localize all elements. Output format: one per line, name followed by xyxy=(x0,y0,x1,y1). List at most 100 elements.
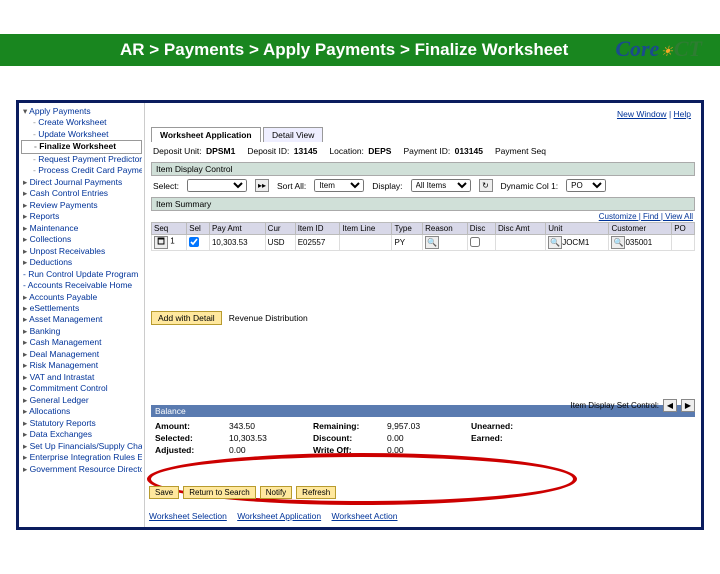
sidebar-item[interactable]: Deal Management xyxy=(21,349,142,360)
sidebar-item[interactable]: Create Worksheet xyxy=(21,117,142,128)
item-summary-table: Seq Sel Pay Amt Cur Item ID Item Line Ty… xyxy=(151,222,695,251)
sidebar-item[interactable]: Deductions xyxy=(21,257,142,268)
sidebar-item[interactable]: Apply Payments xyxy=(21,106,142,117)
col-item[interactable]: Item ID xyxy=(295,223,340,235)
dyncol-label: Dynamic Col 1: xyxy=(501,181,559,191)
remaining-value: 9,957.03 xyxy=(387,421,457,431)
col-reason[interactable]: Reason xyxy=(423,223,468,235)
add-with-detail-button[interactable]: Add with Detail xyxy=(151,311,222,325)
selected-value: 10,303.53 xyxy=(229,433,299,443)
help-link[interactable]: Help xyxy=(674,109,691,119)
writeoff-value: 0.00 xyxy=(387,445,457,455)
sidebar-item[interactable]: Cash Control Entries xyxy=(21,188,142,199)
col-cust[interactable]: Customer xyxy=(609,223,672,235)
col-disc[interactable]: Disc xyxy=(467,223,495,235)
new-window-link[interactable]: New Window xyxy=(617,109,667,119)
sidebar-item[interactable]: Government Resource Directory xyxy=(21,464,142,475)
amount-value: 343.50 xyxy=(229,421,299,431)
refresh-button[interactable]: Refresh xyxy=(296,486,336,499)
deposit-unit-label: Deposit Unit: xyxy=(153,146,202,156)
adjusted-value: 0.00 xyxy=(229,445,299,455)
col-cur[interactable]: Cur xyxy=(265,223,295,235)
sidebar-item[interactable]: Accounts Payable xyxy=(21,292,142,303)
return-button[interactable]: Return to Search xyxy=(183,486,255,499)
sidebar-item[interactable]: Enterprise Integration Rules EDK xyxy=(21,452,142,463)
col-type[interactable]: Type xyxy=(392,223,423,235)
payment-id-label: Payment ID: xyxy=(403,146,450,156)
col-pay[interactable]: Pay Amt xyxy=(209,223,265,235)
deposit-id-label: Deposit ID: xyxy=(247,146,289,156)
save-button[interactable]: Save xyxy=(149,486,179,499)
expand-icon[interactable]: 🗖 xyxy=(154,236,168,249)
col-line[interactable]: Item Line xyxy=(340,223,392,235)
discount-label: Discount: xyxy=(313,433,373,443)
col-discamt[interactable]: Disc Amt xyxy=(496,223,546,235)
cell-type: PY xyxy=(392,235,423,251)
disc-checkbox[interactable] xyxy=(470,237,480,247)
sidebar-item[interactable]: VAT and Intrastat xyxy=(21,372,142,383)
go-icon[interactable]: ▸▸ xyxy=(255,179,269,192)
col-po[interactable]: PO xyxy=(672,223,695,235)
row-select-checkbox[interactable] xyxy=(189,237,199,247)
bottom-tab-selection[interactable]: Worksheet Selection xyxy=(149,511,227,521)
sidebar-item[interactable]: eSettlements xyxy=(21,303,142,314)
notify-button[interactable]: Notify xyxy=(260,486,292,499)
sidebar-item[interactable]: Process Credit Card Payments xyxy=(21,165,142,176)
sidebar-item[interactable]: Risk Management xyxy=(21,360,142,371)
sidebar-item[interactable]: - Run Control Update Program xyxy=(21,269,142,280)
bottom-tab-action[interactable]: Worksheet Action xyxy=(332,511,398,521)
cell-item: E02557 xyxy=(295,235,340,251)
col-unit[interactable]: Unit xyxy=(546,223,609,235)
lookup-icon[interactable]: 🔍 xyxy=(425,236,439,249)
sort-dropdown[interactable]: Item xyxy=(314,179,364,192)
sidebar-item[interactable]: Banking xyxy=(21,326,142,337)
sort-label: Sort All: xyxy=(277,181,306,191)
sidebar-item[interactable]: Direct Journal Payments xyxy=(21,177,142,188)
sidebar-item[interactable]: Set Up Financials/Supply Chain xyxy=(21,441,142,452)
sidebar-item[interactable]: - Accounts Receivable Home xyxy=(21,280,142,291)
sidebar-item[interactable]: Cash Management xyxy=(21,337,142,348)
writeoff-label: Write Off: xyxy=(313,445,373,455)
select-label: Select: xyxy=(153,181,179,191)
next-set-icon[interactable]: ▶ xyxy=(681,399,695,412)
sidebar-item[interactable]: Finalize Worksheet xyxy=(21,140,142,153)
lookup-icon[interactable]: 🔍 xyxy=(611,236,625,249)
table-links[interactable]: Customize | Find | View All xyxy=(151,211,695,222)
refresh-icon[interactable]: ↻ xyxy=(479,179,493,192)
sidebar-item[interactable]: Collections xyxy=(21,234,142,245)
cell-cur: USD xyxy=(265,235,295,251)
adjusted-label: Adjusted: xyxy=(155,445,215,455)
sidebar-item[interactable]: Statutory Reports xyxy=(21,418,142,429)
sidebar-item[interactable]: Allocations xyxy=(21,406,142,417)
selected-label: Selected: xyxy=(155,433,215,443)
col-sel[interactable]: Sel xyxy=(187,223,210,235)
location-value: DEPS xyxy=(368,146,391,156)
bottom-tab-application[interactable]: Worksheet Application xyxy=(237,511,321,521)
prev-set-icon[interactable]: ◀ xyxy=(663,399,677,412)
payment-id-value: 013145 xyxy=(455,146,483,156)
lookup-icon[interactable]: 🔍 xyxy=(548,236,562,249)
sidebar-item[interactable]: Data Exchanges xyxy=(21,429,142,440)
sidebar-item[interactable]: Update Worksheet xyxy=(21,129,142,140)
select-dropdown[interactable] xyxy=(187,179,247,192)
dyncol-dropdown[interactable]: PO xyxy=(566,179,606,192)
col-seq[interactable]: Seq xyxy=(152,223,187,235)
amount-label: Amount: xyxy=(155,421,215,431)
sidebar-item[interactable]: Maintenance xyxy=(21,223,142,234)
tab-detail-view[interactable]: Detail View xyxy=(263,127,323,142)
sidebar-item[interactable]: Unpost Receivables xyxy=(21,246,142,257)
earned-label: Earned: xyxy=(471,433,531,443)
display-dropdown[interactable]: All Items xyxy=(411,179,471,192)
table-row[interactable]: 🗖 1 10,303.53 USD E02557 PY 🔍 🔍JOCM1 🔍03… xyxy=(152,235,695,251)
section-item-display-control: Item Display Control xyxy=(151,162,695,176)
nav-sidebar: Apply PaymentsCreate WorksheetUpdate Wor… xyxy=(19,103,145,527)
breadcrumb: AR > Payments > Apply Payments > Finaliz… xyxy=(0,34,720,66)
sidebar-item[interactable]: Asset Management xyxy=(21,314,142,325)
page-tabs: Worksheet Application Detail View xyxy=(151,127,695,142)
sidebar-item[interactable]: Reports xyxy=(21,211,142,222)
sidebar-item[interactable]: Commitment Control xyxy=(21,383,142,394)
sidebar-item[interactable]: General Ledger xyxy=(21,395,142,406)
sidebar-item[interactable]: Review Payments xyxy=(21,200,142,211)
sidebar-item[interactable]: Request Payment Predictor xyxy=(21,154,142,165)
tab-worksheet-application[interactable]: Worksheet Application xyxy=(151,127,261,142)
